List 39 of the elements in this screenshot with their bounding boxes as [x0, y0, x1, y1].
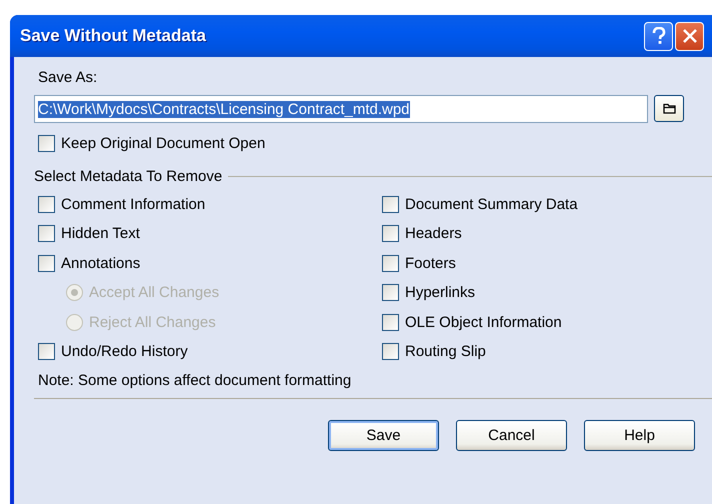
checkbox-label: Comment Information	[61, 196, 206, 213]
file-path-field[interactable]: C:\Work\Mydocs\Contracts\Licensing Contract_mtd.wpd	[34, 95, 648, 123]
checkbox-label: Keep Original Document Open	[61, 135, 266, 152]
checkbox[interactable]	[382, 254, 399, 272]
group-heading: Select Metadata To Remove	[34, 168, 222, 184]
checkbox[interactable]	[382, 284, 399, 302]
close-button[interactable]	[675, 22, 704, 50]
checkbox-label: Hidden Text	[61, 225, 140, 242]
checkbox-label: Undo/Redo History	[61, 343, 188, 360]
checkbox-label: Headers	[405, 225, 462, 242]
checkbox-label: OLE Object Information	[405, 314, 562, 331]
checkbox[interactable]	[38, 135, 55, 152]
checkbox[interactable]	[382, 225, 399, 242]
radio-label: Accept All Changes	[89, 284, 220, 302]
radio-label: Reject All Changes	[89, 314, 216, 331]
folder-icon	[662, 103, 676, 114]
file-path-text: C:\Work\Mydocs\Contracts\Licensing Contract_mtd.wpd	[38, 100, 410, 118]
question-mark-icon	[650, 27, 666, 45]
dialog-button[interactable]: Cancel	[456, 420, 567, 450]
window-title: Save Without Metadata	[20, 26, 206, 46]
checkbox[interactable]	[38, 254, 55, 272]
browse-button[interactable]	[654, 95, 684, 122]
checkbox[interactable]	[38, 343, 55, 360]
checkbox-label: Document Summary Data	[405, 196, 578, 213]
checkbox-label: Footers	[405, 254, 456, 272]
note-text: Note: Some options affect document formatting	[38, 372, 352, 388]
checkbox[interactable]	[38, 196, 55, 213]
checkbox[interactable]	[382, 314, 399, 331]
close-icon	[682, 28, 698, 44]
dialog-button[interactable]: Save	[328, 420, 439, 450]
checkbox-label: Annotations	[61, 254, 140, 272]
checkbox-label: Hyperlinks	[405, 284, 476, 302]
save-as-label: Save As:	[38, 69, 98, 86]
checkbox[interactable]	[382, 196, 399, 213]
checkbox[interactable]	[382, 343, 399, 360]
checkbox[interactable]	[38, 225, 55, 242]
dialog-button[interactable]: Help	[584, 420, 695, 450]
help-button[interactable]	[644, 22, 673, 50]
checkbox-label: Routing Slip	[405, 343, 486, 360]
